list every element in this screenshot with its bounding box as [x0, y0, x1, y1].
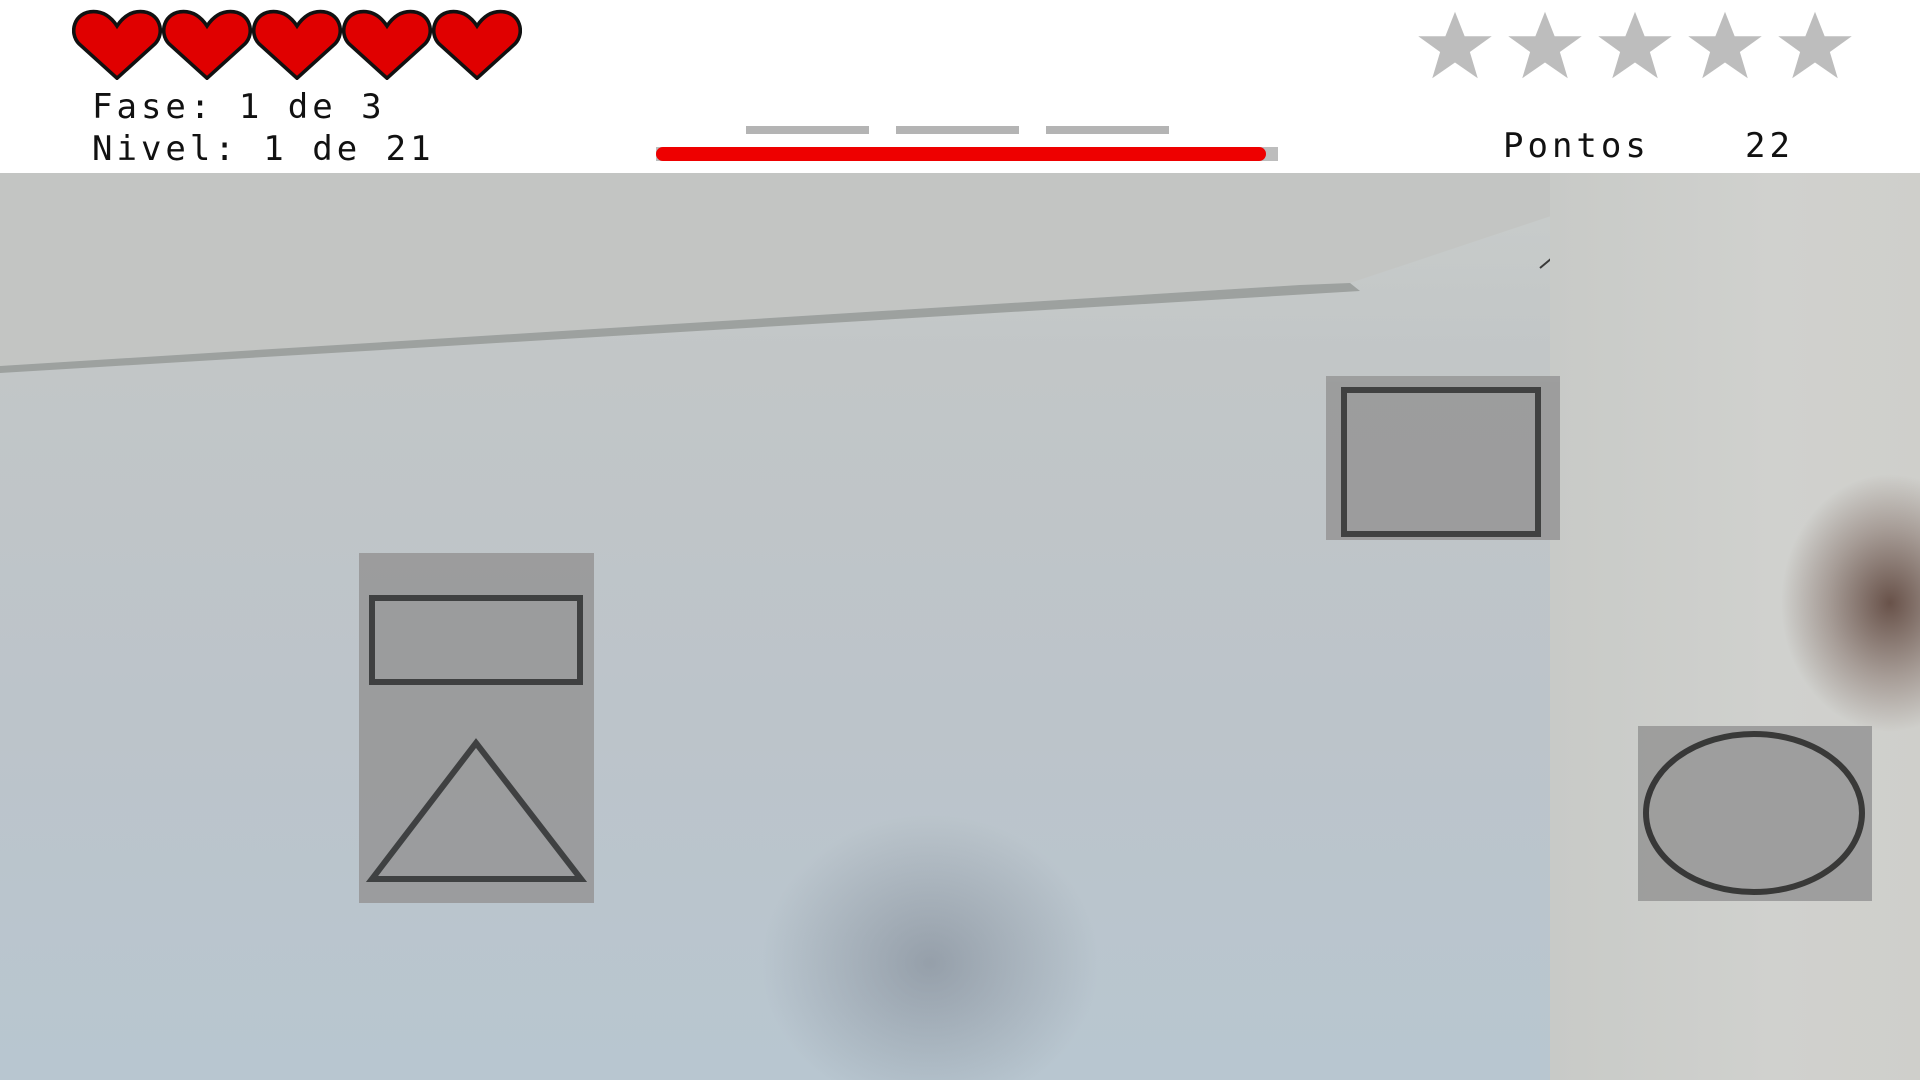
square-icon: [1341, 387, 1541, 537]
level-indicator: Nivel: 1 de 21: [92, 129, 435, 169]
star-icon: [1418, 11, 1492, 79]
game-screen: Fase: 1 de 3 Nivel: 1 de 21 Pontos 22: [0, 0, 1920, 1080]
rectangle-icon: [369, 595, 583, 685]
heart-icon: [72, 9, 162, 80]
ellipse-icon: [1643, 731, 1865, 895]
camera-view: [0, 173, 1920, 1080]
lives-bar: [72, 8, 522, 80]
stage-dash: [896, 126, 1019, 134]
points-value: 22: [1745, 126, 1794, 166]
triangle-icon: [365, 738, 588, 882]
stage-progress: [746, 126, 1169, 134]
phase-indicator: Fase: 1 de 3: [92, 87, 386, 127]
shape-target[interactable]: [359, 553, 594, 903]
points-label: Pontos: [1503, 126, 1650, 166]
rating-stars: [1410, 10, 1860, 80]
star-icon: [1688, 11, 1762, 79]
heart-icon: [252, 9, 342, 80]
star-icon: [1778, 11, 1852, 79]
stage-dash: [1046, 126, 1169, 134]
heart-icon: [342, 9, 432, 80]
shadow: [760, 813, 1100, 1080]
timer-fill: [656, 147, 1266, 161]
heart-icon: [432, 9, 522, 80]
star-icon: [1508, 11, 1582, 79]
heart-icon: [162, 9, 252, 80]
timer-bar: [656, 147, 1278, 161]
star-icon: [1598, 11, 1672, 79]
hud: Fase: 1 de 3 Nivel: 1 de 21 Pontos 22: [0, 0, 1920, 173]
shape-target[interactable]: [1638, 726, 1872, 901]
stage-dash: [746, 126, 869, 134]
shape-target[interactable]: [1326, 376, 1560, 540]
